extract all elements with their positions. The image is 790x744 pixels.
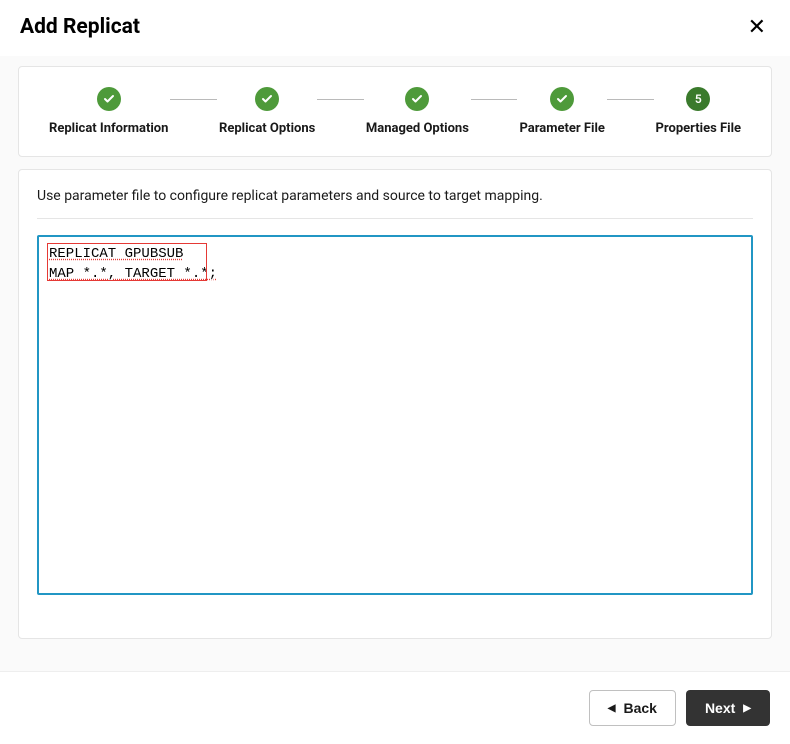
check-icon: [405, 87, 429, 111]
step-number-icon: 5: [686, 87, 710, 111]
step-label: Replicat Options: [219, 121, 315, 136]
check-icon: [255, 87, 279, 111]
parameter-file-card: Use parameter file to configure replicat…: [18, 169, 772, 639]
code-line-1: REPLICAT GPUBSUB: [49, 246, 183, 262]
step-label: Parameter File: [519, 121, 605, 136]
step-label: Replicat Information: [49, 121, 168, 136]
step-properties-file[interactable]: 5 Properties File: [656, 87, 742, 136]
step-replicat-options[interactable]: Replicat Options: [219, 87, 315, 136]
back-button[interactable]: ◀ Back: [589, 690, 676, 726]
parameter-description: Use parameter file to configure replicat…: [37, 188, 753, 204]
dialog-footer: ◀ Back Next ▶: [0, 671, 790, 744]
step-replicat-information[interactable]: Replicat Information: [49, 87, 168, 136]
next-button-label: Next: [705, 700, 735, 716]
chevron-left-icon: ◀: [608, 703, 616, 714]
check-icon: [97, 87, 121, 111]
step-managed-options[interactable]: Managed Options: [366, 87, 469, 136]
close-icon: ✕: [748, 14, 766, 39]
stepper-card: Replicat Information Replicat Options Ma…: [18, 66, 772, 157]
step-label: Properties File: [656, 121, 742, 136]
step-label: Managed Options: [366, 121, 469, 136]
step-connector: [317, 99, 364, 100]
back-button-label: Back: [623, 700, 656, 716]
chevron-right-icon: ▶: [743, 703, 751, 714]
dialog-title: Add Replicat: [20, 15, 140, 39]
step-parameter-file[interactable]: Parameter File: [519, 87, 605, 136]
step-connector: [607, 99, 654, 100]
close-button[interactable]: ✕: [744, 12, 770, 42]
check-icon: [550, 87, 574, 111]
step-connector: [170, 99, 217, 100]
divider: [37, 218, 753, 219]
parameter-file-editor[interactable]: REPLICAT GPUBSUB MAP *.*, TARGET *.*;: [37, 235, 753, 595]
code-line-2: MAP *.*, TARGET *.*;: [49, 266, 217, 282]
next-button[interactable]: Next ▶: [686, 690, 770, 726]
step-connector: [471, 99, 518, 100]
